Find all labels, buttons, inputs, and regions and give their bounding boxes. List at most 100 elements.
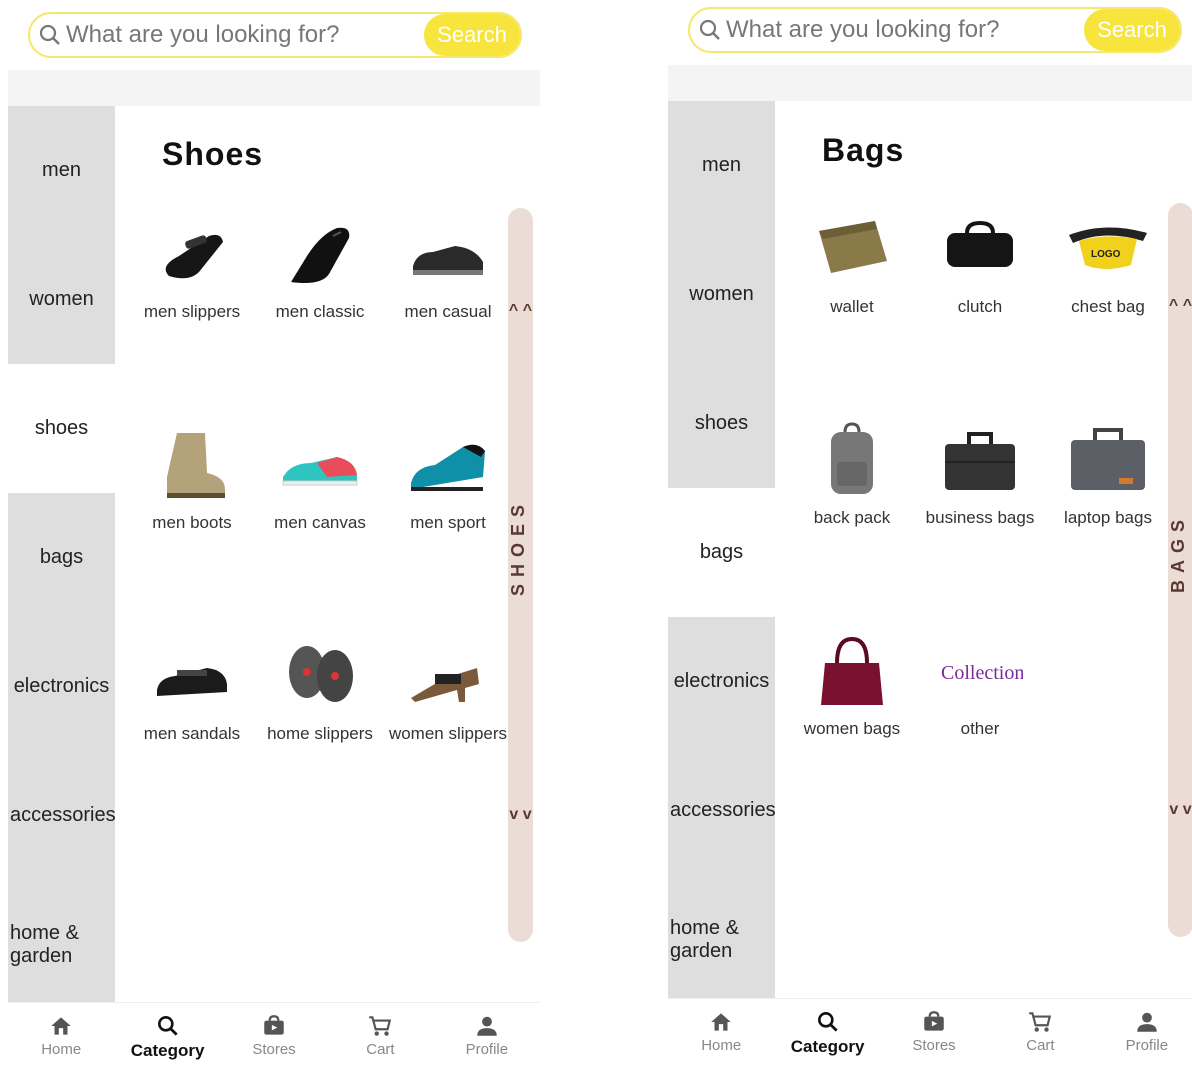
nav-cart[interactable]: Cart: [987, 999, 1093, 1061]
sidebar-item-accessories[interactable]: accessories: [8, 751, 116, 880]
profile-icon: [477, 1016, 497, 1036]
subcategory-tile[interactable]: business bags: [916, 422, 1044, 633]
search-bar[interactable]: What are you looking for? Search: [688, 7, 1182, 53]
scroll-up-icon[interactable]: ^ ^: [508, 303, 533, 319]
category-scroll-rail[interactable]: ^ ^ BAGS v v: [1168, 203, 1192, 937]
subcategory-tile[interactable]: women slippers: [384, 638, 512, 849]
subcategory-label: men classic: [275, 302, 365, 321]
subcategory-tile[interactable]: Collection other: [916, 633, 1044, 844]
nav-stores[interactable]: Stores: [221, 1003, 327, 1065]
subcategory-label: business bags: [925, 508, 1035, 527]
subcategory-tile[interactable]: men casual: [384, 216, 512, 427]
subcategory-label: men boots: [152, 513, 232, 532]
chest-bag-icon: LOGO: [1069, 227, 1147, 269]
subcategory-tile[interactable]: men slippers: [128, 216, 256, 427]
subcategory-label: men canvas: [274, 513, 366, 532]
subcategory-label: men sport: [410, 513, 486, 532]
search-input[interactable]: What are you looking for?: [66, 21, 424, 49]
sidebar-item-bags[interactable]: bags: [668, 488, 775, 617]
nav-label: Profile: [1125, 1037, 1169, 1054]
subcategory-tile[interactable]: clutch: [916, 211, 1044, 422]
nav-cart[interactable]: Cart: [327, 1003, 433, 1065]
sidebar-item-men[interactable]: men: [8, 106, 115, 235]
slipper-icon: [165, 234, 223, 279]
subcategory-tile[interactable]: LOGO chest bag: [1044, 211, 1172, 422]
subcategory-tile[interactable]: men sport: [384, 427, 512, 638]
sidebar-item-shoes[interactable]: shoes: [668, 359, 775, 488]
category-title: Bags: [822, 132, 905, 168]
subcategory-label: other: [960, 719, 1000, 738]
subcategory-label: men sandals: [143, 724, 241, 743]
nav-home[interactable]: Home: [668, 999, 774, 1061]
subcategory-tile[interactable]: men canvas: [256, 427, 384, 638]
search-icon: [157, 1016, 178, 1036]
scroll-down-icon[interactable]: v v: [508, 807, 533, 823]
nav-home[interactable]: Home: [8, 1003, 114, 1065]
sidebar-item-men[interactable]: men: [668, 101, 775, 230]
sidebar-item-bags[interactable]: bags: [8, 493, 115, 622]
collection-logo-icon: Collection: [941, 662, 1023, 684]
nav-category[interactable]: Category: [114, 1003, 220, 1065]
subcategory-tile[interactable]: wallet: [788, 211, 916, 422]
dress-shoe-icon: [291, 227, 350, 283]
search-button[interactable]: Search: [1084, 9, 1180, 51]
subcategory-label: men slippers: [143, 302, 241, 321]
subcategory-tile[interactable]: men classic: [256, 216, 384, 427]
nav-category[interactable]: Category: [774, 999, 880, 1061]
subcategory-label: women bags: [803, 719, 901, 738]
nav-label: Category: [790, 1037, 865, 1056]
heeled-slipper-icon: [411, 668, 479, 702]
search-icon: [39, 24, 60, 45]
svg-text:Collection: Collection: [941, 662, 1023, 684]
subcategory-tile[interactable]: home slippers: [256, 638, 384, 849]
canvas-shoe-icon: [282, 457, 358, 486]
nav-profile[interactable]: Profile: [1094, 999, 1192, 1061]
search-button[interactable]: Search: [424, 14, 520, 56]
nav-label: Home: [701, 1037, 742, 1054]
subcategory-label: clutch: [957, 297, 1003, 316]
nav-label: Category: [130, 1041, 205, 1060]
nav-profile[interactable]: Profile: [434, 1003, 540, 1065]
phone-screen-shoes: What are you looking for? Search men wom…: [8, 0, 540, 1065]
profile-icon: [1137, 1012, 1157, 1032]
home-icon: [711, 1013, 731, 1031]
laptop-bag-icon: [1071, 428, 1145, 490]
wallet-icon: [819, 221, 887, 273]
sidebar-item-electronics[interactable]: electronics: [668, 617, 775, 746]
subcategory-tile[interactable]: men boots: [128, 427, 256, 638]
rail-category-label: SHOES: [508, 498, 528, 597]
sidebar-item-accessories[interactable]: accessories: [668, 746, 776, 875]
nav-label: Home: [41, 1041, 82, 1058]
sidebar-item-home-garden[interactable]: home & garden: [668, 875, 775, 1004]
subcategory-label: back pack: [813, 508, 891, 527]
subcategory-label: men casual: [404, 302, 492, 321]
subcategory-grid: men slippers men classic men casual men …: [128, 216, 512, 849]
sandal-icon: [157, 668, 227, 696]
cart-icon: [369, 1016, 392, 1036]
subcategory-label: laptop bags: [1064, 508, 1152, 527]
search-bar[interactable]: What are you looking for? Search: [28, 12, 522, 58]
sidebar-item-electronics[interactable]: electronics: [8, 622, 115, 751]
subcategory-tile[interactable]: women bags: [788, 633, 916, 844]
subcategory-label: chest bag: [1071, 297, 1145, 316]
subcategory-tile[interactable]: men sandals: [128, 638, 256, 849]
header-spacer: [668, 65, 1192, 101]
search-input[interactable]: What are you looking for?: [726, 16, 1084, 44]
store-icon: [924, 1011, 944, 1031]
subcategory-tile[interactable]: laptop bags: [1044, 422, 1172, 633]
clutch-icon: [947, 220, 1013, 267]
store-icon: [264, 1015, 284, 1035]
category-title: Shoes: [162, 136, 264, 172]
subcategory-tile[interactable]: back pack: [788, 422, 916, 633]
sidebar-item-women[interactable]: women: [8, 235, 115, 364]
briefcase-icon: [945, 432, 1015, 490]
sidebar-item-women[interactable]: women: [668, 230, 775, 359]
nav-stores[interactable]: Stores: [881, 999, 987, 1061]
scroll-up-icon[interactable]: ^ ^: [1168, 298, 1192, 314]
category-scroll-rail[interactable]: ^ ^ SHOES v v: [508, 208, 533, 942]
sidebar-item-shoes[interactable]: shoes: [8, 364, 115, 493]
search-icon: [699, 19, 720, 40]
scroll-down-icon[interactable]: v v: [1168, 802, 1192, 818]
phone-screen-bags: What are you looking for? Search men wom…: [668, 0, 1192, 1065]
sidebar-item-home-garden[interactable]: home & garden: [8, 880, 115, 1009]
